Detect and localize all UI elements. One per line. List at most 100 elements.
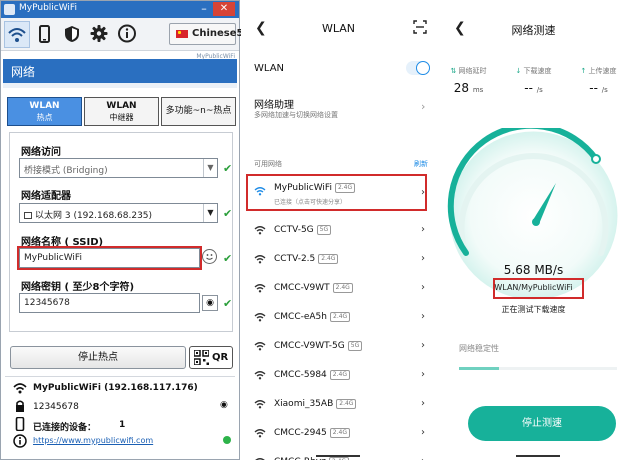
status-ssid: MyPublicWiFi (192.168.117.176) xyxy=(33,383,198,393)
adapter-select[interactable]: 以太网 3 (192.168.68.235) ▼ xyxy=(19,203,218,223)
eye-slash-icon[interactable]: ◉ xyxy=(202,295,218,311)
network-assistant-label[interactable]: 网络助理 xyxy=(254,96,294,111)
network-access-select[interactable]: 桥接模式 (Bridging) ▼ xyxy=(19,158,218,178)
minimize-icon[interactable]: – xyxy=(197,2,211,16)
chevron-right-icon[interactable]: › xyxy=(421,456,425,460)
chevron-right-icon[interactable]: › xyxy=(421,369,425,380)
network-item[interactable]: CMCC-2945 2.4G › xyxy=(241,420,436,448)
chevron-right-icon[interactable]: › xyxy=(421,100,425,113)
network-item[interactable]: CMCC-V9WT 2.4G › xyxy=(241,275,436,303)
about-tool-button[interactable] xyxy=(115,21,141,48)
metric-value: 28 xyxy=(453,81,469,95)
metric-label: 网络延时 xyxy=(458,67,487,75)
window-titlebar: MyPublicWiFi – ✕ xyxy=(1,1,239,18)
gear-icon xyxy=(90,25,108,42)
stop-hotspot-button[interactable]: 停止热点 xyxy=(10,346,186,369)
band-badge: 5G xyxy=(347,341,363,351)
adapter-value: 以太网 3 (192.168.68.235) xyxy=(35,211,153,221)
wlan-screen: ❮ WLAN WLAN 网络助理 多网络加速与切换网络设置 › 可用网络 刷新 … xyxy=(241,0,436,460)
eye-slash-icon[interactable]: ◉ xyxy=(220,400,228,410)
wlan-toggle-label: WLAN xyxy=(254,63,285,74)
dropdown-arrow-icon[interactable]: ▼ xyxy=(203,159,217,177)
speed-test-screen: ❮ 网络测速 ⇅ 网络延时 28 ms ↓ 下载速度 -- /s ↑ 上传速度 … xyxy=(436,0,631,460)
wifi-icon xyxy=(8,28,26,42)
wifi-signal-icon xyxy=(254,342,266,351)
section-strip xyxy=(3,83,237,88)
wifi-icon xyxy=(13,383,27,394)
mode-multi-hotspot-button[interactable]: 多功能~n~热点 xyxy=(161,97,236,126)
network-item[interactable]: CMCC-5984 2.4G › xyxy=(241,362,436,390)
metric-unit: ms xyxy=(472,86,484,94)
band-badge: 2.4G xyxy=(318,254,339,264)
stop-speed-test-button[interactable]: 停止测速 xyxy=(468,406,616,441)
website-link[interactable]: https://www.mypublicwifi.com xyxy=(33,436,153,445)
network-name: CMCC-V9WT xyxy=(274,283,330,293)
smiley-icon[interactable] xyxy=(202,249,217,264)
network-name: CCTV-5G xyxy=(274,225,314,235)
chevron-right-icon[interactable]: › xyxy=(421,282,425,293)
available-networks-label: 可用网络 xyxy=(254,160,282,168)
wifi-signal-icon xyxy=(254,255,266,264)
mode-hotspot-button[interactable]: WLAN 热点 xyxy=(7,97,82,126)
toolbar: Chinese5 xyxy=(1,18,243,51)
lock-icon xyxy=(16,400,24,412)
home-indicator xyxy=(516,455,560,457)
network-access-value: 桥接模式 (Bridging) xyxy=(24,166,108,176)
devices-tool-button[interactable] xyxy=(32,21,58,48)
current-speed: 5.68 MB/s xyxy=(503,263,564,277)
chevron-right-icon[interactable]: › xyxy=(421,311,425,322)
wifi-signal-icon xyxy=(254,400,266,409)
wifi-signal-icon xyxy=(254,371,266,380)
chevron-right-icon[interactable]: › xyxy=(421,427,425,438)
stability-label: 网络稳定性 xyxy=(459,344,499,353)
shield-icon xyxy=(65,26,79,42)
language-button[interactable]: Chinese5 xyxy=(169,23,243,45)
network-assistant-sub: 多网络加速与切换网络设置 xyxy=(254,111,338,119)
scan-icon[interactable] xyxy=(413,20,427,34)
metric-value: -- xyxy=(524,81,533,95)
connected-network-highlight-box xyxy=(246,174,427,211)
chevron-right-icon[interactable]: › xyxy=(421,224,425,235)
network-name: Xiaomi_35AB xyxy=(274,399,334,409)
download-icon: ↓ xyxy=(515,67,522,75)
network-name: CMCC-2945 xyxy=(274,428,327,438)
settings-tool-button[interactable] xyxy=(87,21,113,48)
chevron-right-icon[interactable]: › xyxy=(421,253,425,264)
chevron-right-icon[interactable]: › xyxy=(421,340,425,351)
status-password: 12345678 xyxy=(33,402,79,412)
mode-label: 多功能~n~热点 xyxy=(165,106,232,116)
wlan-toggle[interactable] xyxy=(406,61,430,75)
network-item[interactable]: CCTV-2.5 2.4G › xyxy=(241,246,436,274)
close-icon[interactable]: ✕ xyxy=(213,2,235,16)
band-badge: 2.4G xyxy=(332,283,353,293)
wifi-tool-button[interactable] xyxy=(4,21,30,48)
section-header: 网络 MyPublicWiFi xyxy=(3,53,237,83)
wifi-signal-icon xyxy=(254,429,266,438)
password-value: 12345678 xyxy=(24,298,70,308)
refresh-link[interactable]: 刷新 xyxy=(414,159,428,169)
network-adapter-icon xyxy=(24,212,32,219)
network-item[interactable]: CMCC-V9WT-5G 5G › xyxy=(241,333,436,361)
band-badge: 5G xyxy=(316,225,332,235)
window-title: MyPublicWiFi xyxy=(19,3,77,13)
stability-bar-fill xyxy=(459,367,499,370)
network-item[interactable]: CCTV-5G 5G › xyxy=(241,217,436,245)
info-icon xyxy=(13,434,27,448)
network-item[interactable]: CMCC-eA5h 2.4G › xyxy=(241,304,436,332)
latency-metric: ⇅ 网络延时 28 ms xyxy=(436,66,501,95)
password-input[interactable]: 12345678 xyxy=(19,293,200,313)
wlan-page-title: WLAN xyxy=(321,22,355,35)
qr-button[interactable]: QR xyxy=(189,346,233,369)
brand-watermark: MyPublicWiFi xyxy=(196,53,235,60)
dropdown-arrow-icon[interactable]: ▼ xyxy=(203,204,217,222)
network-name: CMCC-5984 xyxy=(274,370,327,380)
mode-sub: 中继器 xyxy=(109,113,134,122)
divider xyxy=(5,376,235,377)
ssid-highlight-box xyxy=(17,246,202,270)
chevron-right-icon[interactable]: › xyxy=(421,398,425,409)
network-name: CCTV-2.5 xyxy=(274,254,316,264)
check-icon: ✔ xyxy=(223,207,233,220)
mode-repeater-button[interactable]: WLAN 中继器 xyxy=(84,97,159,126)
security-tool-button[interactable] xyxy=(60,21,86,48)
network-item[interactable]: Xiaomi_35AB 2.4G › xyxy=(241,391,436,419)
